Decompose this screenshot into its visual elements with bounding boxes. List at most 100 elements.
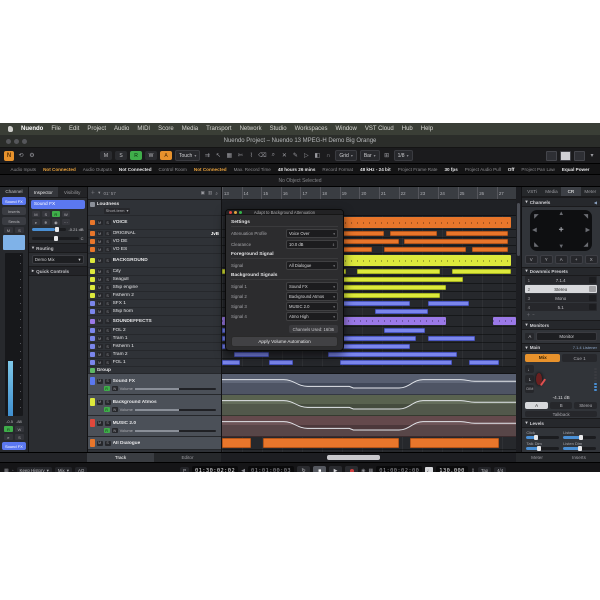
track-row-fisherm-1[interactable]: MSFisherm 1: [88, 343, 221, 351]
tab-cr[interactable]: CR: [561, 187, 580, 196]
solo-all-button[interactable]: S: [115, 151, 127, 160]
menu-item-project[interactable]: Project: [87, 126, 106, 132]
track-solo-button[interactable]: S: [105, 247, 111, 252]
attenuation-dialog[interactable]: Adapt to Background Attenuation Settings…: [225, 209, 344, 351]
time-signature-chip[interactable]: 4/4: [494, 467, 506, 473]
menu-item-transport[interactable]: Transport: [206, 126, 231, 132]
audio-record-mode-dropdown[interactable]: Keep History▾: [17, 467, 52, 473]
read-automation-button[interactable]: R: [130, 151, 142, 160]
surround-pan-pad[interactable]: [3, 235, 25, 250]
channel-write-button[interactable]: W: [15, 426, 24, 432]
track-row-vo-es[interactable]: MSVO ES: [88, 246, 221, 254]
track-volume-slider[interactable]: [135, 388, 216, 390]
track-mute-button[interactable]: M: [97, 328, 103, 333]
audio-clip[interactable]: [234, 352, 269, 357]
quantize-icon[interactable]: ⊞: [383, 152, 391, 160]
add-preset-icon[interactable]: ＋: [526, 312, 530, 318]
channel-solo-button[interactable]: S: [15, 227, 24, 233]
track-solo-button[interactable]: S: [105, 336, 111, 341]
snap-icon[interactable]: ∩: [324, 152, 332, 160]
track-read-button[interactable]: R: [104, 428, 110, 433]
auto-quantize-toggle[interactable]: AQ: [75, 467, 87, 473]
secondary-time-display[interactable]: 01:01:00:03: [248, 466, 294, 472]
foreground-signal-dropdown[interactable]: All Dialogue▾: [286, 261, 338, 270]
track-mute-button[interactable]: M: [97, 293, 103, 298]
track-row-music-2-0[interactable]: MSMUSIC 2.0RWVolume: [88, 416, 221, 437]
track-solo-button[interactable]: S: [105, 277, 111, 282]
object-select-tool-icon[interactable]: ↖: [214, 152, 222, 160]
midi-record-mode-dropdown[interactable]: Mix▾: [55, 467, 72, 473]
tempo-stepper-icon[interactable]: ⇕: [471, 468, 475, 473]
quantize-dropdown[interactable]: 1/8▾: [394, 150, 413, 161]
track-mute-button[interactable]: M: [97, 285, 103, 290]
speaker-select-button-4[interactable]: X: [585, 255, 598, 264]
add-track-icon[interactable]: ＋: [91, 190, 96, 196]
color-tool-icon[interactable]: ◧: [313, 152, 321, 160]
range-select-tool-icon[interactable]: ▦: [225, 152, 233, 160]
tab-vsti[interactable]: VSTi: [522, 187, 541, 196]
track-zoom-icon[interactable]: ▣: [201, 190, 205, 196]
menu-item-media[interactable]: Media: [182, 126, 198, 132]
apply-volume-automation-button[interactable]: Apply Volume Automation: [231, 336, 338, 347]
track-mute-button[interactable]: M: [97, 441, 103, 446]
steinberg-hub-icon[interactable]: N: [4, 151, 14, 161]
downmix-preset-5-1[interactable]: 45.1: [525, 303, 597, 311]
routing-section-header[interactable]: ▾Routing: [29, 243, 87, 253]
volume-slider[interactable]: [32, 228, 67, 231]
menu-item-nuendo[interactable]: Nuendo: [21, 126, 43, 132]
draw-tool-icon[interactable]: ✎: [291, 152, 299, 160]
track-row-all-dialogue[interactable]: MSAll Dialogue: [88, 437, 221, 450]
quick-controls-section-header[interactable]: ▸Quick Controls: [29, 266, 87, 276]
cue1-source-button[interactable]: Cue 1: [562, 354, 597, 362]
track-mute-button[interactable]: M: [97, 336, 103, 341]
primary-time-display[interactable]: 01:30:02:02: [192, 466, 238, 472]
glue-tool-icon[interactable]: ⌇: [247, 152, 255, 160]
arrange-vertical-scrollbar[interactable]: [516, 187, 522, 452]
menu-item-studio[interactable]: Studio: [270, 126, 287, 132]
track-volume-slider[interactable]: [135, 409, 216, 411]
audio-clip[interactable]: [375, 309, 428, 314]
audio-clip[interactable]: [469, 360, 498, 365]
right-locator-display[interactable]: 01:00:02:00: [376, 466, 422, 472]
track-row-group[interactable]: Group: [88, 367, 221, 374]
channel-name-chip[interactable]: Sound FX: [2, 197, 26, 205]
menu-item-vst-cloud[interactable]: VST Cloud: [365, 126, 394, 132]
erase-tool-icon[interactable]: ⌫: [258, 152, 266, 160]
preset-side-button[interactable]: [589, 286, 596, 292]
level-slider-listen[interactable]: [563, 436, 596, 439]
downmix-preset-stereo[interactable]: 2Stereo: [525, 285, 597, 293]
attenuation-profile-dropdown[interactable]: Voice Over▾: [286, 229, 338, 238]
track-row-fol-1[interactable]: MSFOL 1: [88, 359, 221, 367]
track-solo-button[interactable]: S: [105, 328, 111, 333]
track-mute-button[interactable]: M: [97, 309, 103, 314]
track-mute-button[interactable]: M: [97, 231, 103, 236]
play-button[interactable]: ▶: [329, 466, 342, 472]
monitor-select-dropdown[interactable]: Monitor: [536, 332, 597, 341]
history-icon[interactable]: ⟲: [17, 152, 25, 160]
tab-meter-bottom[interactable]: Meter: [516, 453, 558, 462]
audio-clip[interactable]: [446, 231, 508, 236]
title-bar[interactable]: Nuendo Project – Nuendo 13 MPEG-H Demo B…: [0, 135, 600, 148]
track-visibility-icon[interactable]: ▥: [208, 190, 212, 196]
loudness-mode-dropdown[interactable]: Short-term▾: [104, 208, 131, 214]
record-dot-icon[interactable]: ◦: [12, 468, 14, 473]
split-tool-icon[interactable]: ✄: [236, 152, 244, 160]
track-solo-button[interactable]: S: [105, 352, 111, 357]
audio-clip[interactable]: [384, 328, 425, 333]
mute-tool-icon[interactable]: ✕: [280, 152, 288, 160]
apple-menu-icon[interactable]: [8, 126, 13, 132]
track-mute-button[interactable]: M: [97, 421, 103, 426]
menu-item-score[interactable]: Score: [158, 126, 174, 132]
track-row-background-atmos[interactable]: MSBackground AtmosRWVolume: [88, 395, 221, 416]
track-mute-button[interactable]: M: [97, 319, 103, 324]
left-zone-toggle[interactable]: [546, 151, 557, 161]
folder-event-bar[interactable]: [493, 317, 517, 325]
track-solo-button[interactable]: S: [105, 301, 111, 306]
downmix-stereo-button[interactable]: Stereo: [574, 402, 597, 409]
track-row-city[interactable]: MSCity: [88, 268, 221, 276]
speaker-layout-display[interactable]: ▲ ▼ ◀ ▶ ◤ ◥ ◣ ◢ ✚: [530, 210, 592, 251]
tab-meter[interactable]: Meter: [581, 187, 600, 196]
audio-clip[interactable]: [340, 360, 452, 365]
track-mute-button[interactable]: M: [97, 269, 103, 274]
background-signal-dropdown-1[interactable]: Sound FX▾: [286, 282, 338, 291]
